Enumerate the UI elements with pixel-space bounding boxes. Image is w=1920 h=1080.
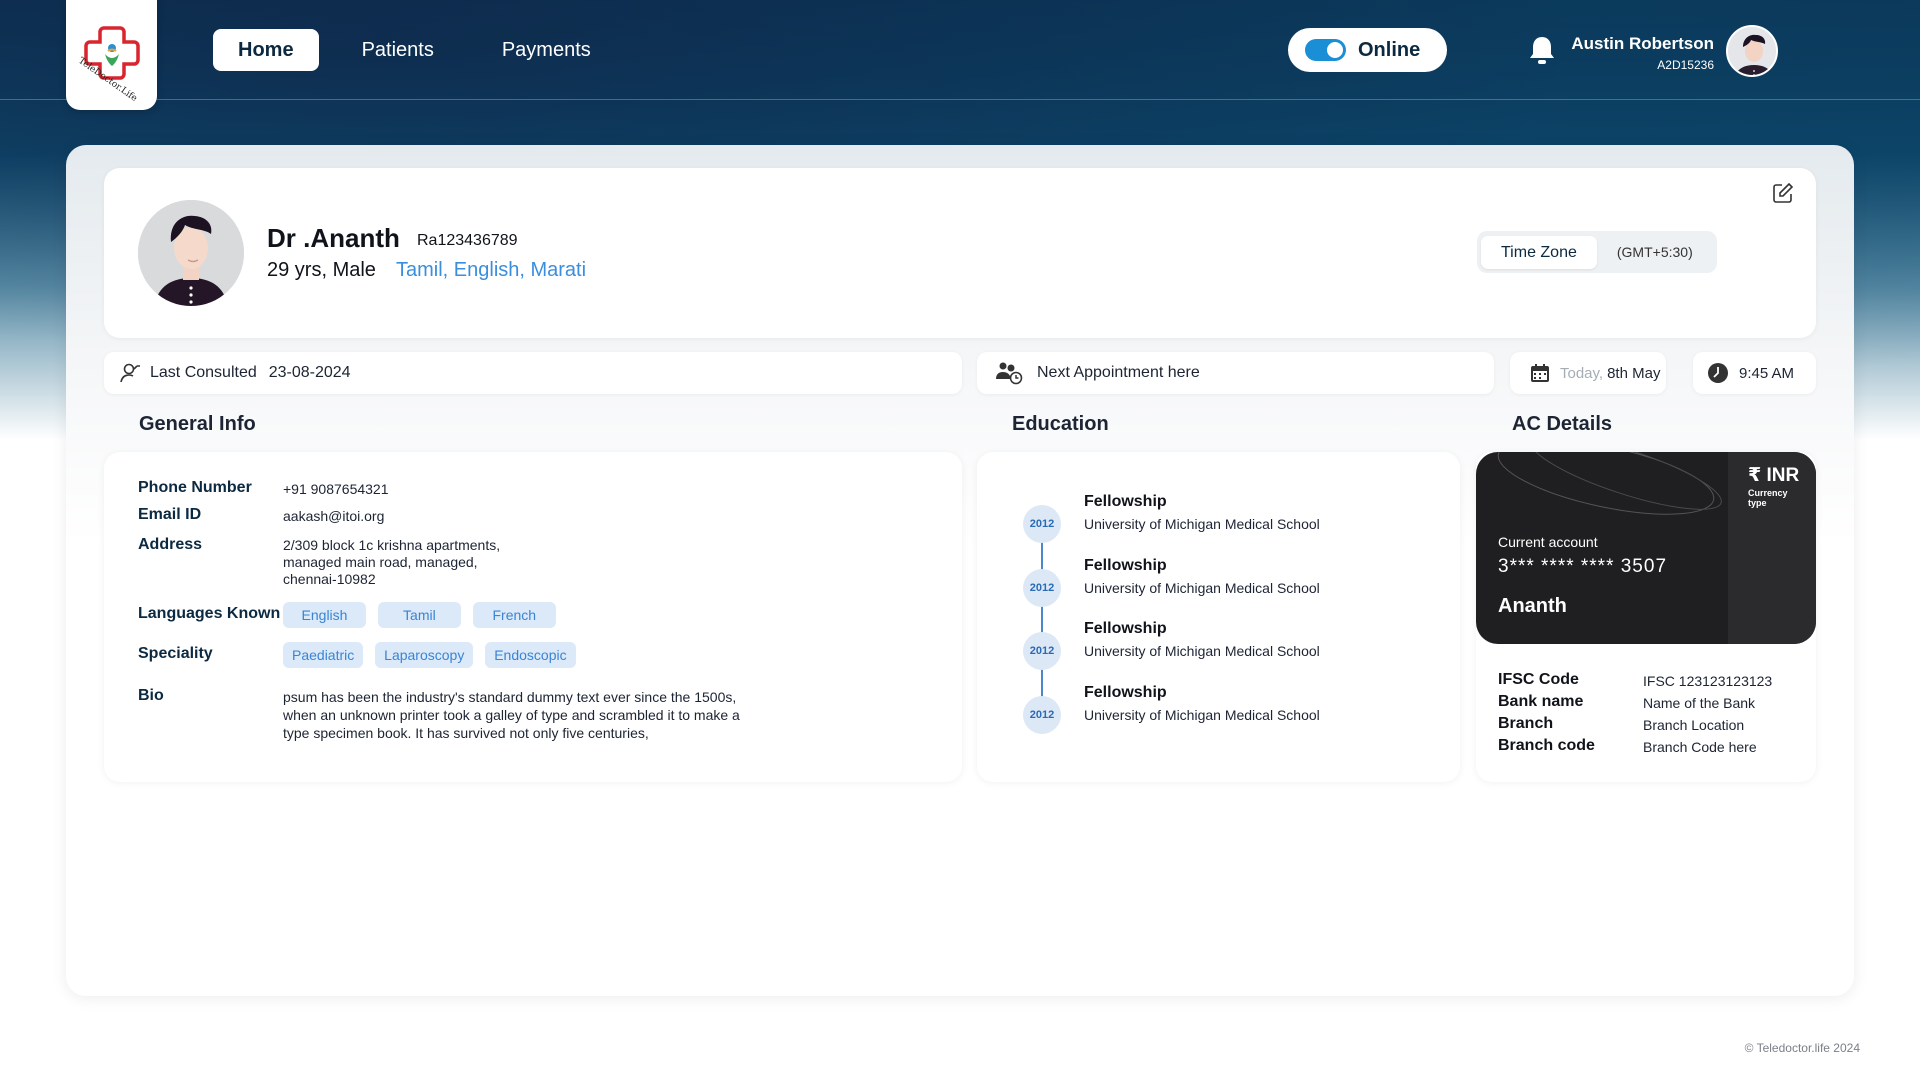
today-date: 8th May	[1607, 364, 1661, 382]
top-header: TeleDoctor.Life Home Patients Payments O…	[0, 0, 1920, 110]
doctor-id: Ra123436789	[417, 232, 518, 249]
current-time: 9:45 AM	[1739, 364, 1795, 382]
card-holder: Ananth	[1498, 595, 1567, 617]
education-title-text: Fellowship	[1084, 620, 1167, 637]
education-year: 2012	[1023, 632, 1061, 670]
timezone-value: (GMT+5:30)	[1616, 244, 1693, 260]
branch-label: Branch	[1498, 715, 1554, 732]
bank-name-label: Bank name	[1498, 693, 1584, 710]
education-title-text: Fellowship	[1084, 684, 1167, 701]
education-year: 2012	[1023, 696, 1061, 734]
education-title-text: Fellowship	[1084, 557, 1167, 574]
general-info-panel: Phone Number +91 9087654321 Email ID aak…	[104, 452, 962, 782]
email-value: aakash@itoi.org	[283, 508, 385, 524]
language-chip: French	[472, 602, 556, 628]
card-number: 3*** **** **** 3507	[1498, 556, 1668, 577]
education-school: University of Michigan Medical School	[1084, 516, 1320, 532]
consulted-user-icon	[120, 363, 142, 383]
education-year: 2012	[1023, 505, 1061, 543]
online-status-toggle[interactable]: Online	[1288, 28, 1447, 72]
currency-caption: Currency type	[1748, 488, 1788, 508]
speciality-chip: Laparoscopy	[375, 642, 474, 668]
general-info-title: General Info	[139, 413, 256, 435]
online-switch[interactable]	[1305, 39, 1346, 61]
address-line: managed main road, managed,	[283, 554, 478, 570]
bank-name-value: Name of the Bank	[1643, 695, 1756, 711]
education-year: 2012	[1023, 569, 1061, 607]
user-id: A2D15236	[1657, 58, 1714, 72]
bio-line: when an unknown printer took a galley of…	[283, 707, 740, 723]
today-label: Today,	[1560, 364, 1604, 382]
next-appointment-bar[interactable]: Next Appointment here	[977, 352, 1494, 394]
address-line: chennai-10982	[283, 571, 376, 587]
bio-label: Bio	[138, 687, 164, 704]
clock-icon	[1707, 362, 1729, 384]
user-info[interactable]: Austin Robertson A2D15236	[1571, 34, 1714, 72]
profile-card: Dr .Ananth Ra123436789 29 yrs, Male Tami…	[104, 168, 1816, 338]
education-title-text: Fellowship	[1084, 493, 1167, 510]
languages-chips: English Tamil French	[283, 602, 564, 628]
ifsc-label: IFSC Code	[1498, 671, 1579, 688]
education-school: University of Michigan Medical School	[1084, 707, 1320, 723]
speciality-label: Speciality	[138, 645, 213, 662]
phone-value: +91 9087654321	[283, 481, 389, 497]
speciality-chip: Endoscopic	[485, 642, 576, 668]
branch-code-value: Branch Code here	[1643, 739, 1757, 755]
doctor-name: Dr .Ananth	[267, 223, 400, 253]
main-nav: Home Patients Payments	[213, 29, 634, 71]
last-consulted-label: Last Consulted	[150, 364, 257, 381]
ac-details-title: AC Details	[1512, 413, 1613, 435]
education-school: University of Michigan Medical School	[1084, 580, 1320, 596]
footer-copyright: © Teledoctor.life 2024	[1744, 1041, 1860, 1055]
timeline-line	[1041, 524, 1043, 714]
branch-value: Branch Location	[1643, 717, 1745, 733]
appointment-users-icon	[995, 361, 1023, 385]
bio-line: psum has been the industry's standard du…	[283, 689, 737, 705]
bio-line: type specimen book. It has survived not …	[283, 725, 649, 741]
bell-icon[interactable]	[1527, 34, 1557, 71]
card-currency: ₹ INR	[1748, 465, 1800, 486]
online-label: Online	[1358, 38, 1421, 61]
address-line: 2/309 block 1c krishna apartments,	[283, 537, 501, 553]
last-consulted-bar: Last Consulted 23-08-2024	[104, 352, 962, 394]
ifsc-value: IFSC 123123123123	[1643, 673, 1773, 689]
calendar-icon	[1530, 363, 1550, 383]
speciality-chips: Paediatric Laparoscopy Endoscopic	[283, 642, 584, 668]
card-account-type: Current account	[1498, 534, 1598, 550]
last-consulted-date: 23-08-2024	[268, 364, 351, 381]
doctor-avatar	[138, 200, 244, 306]
email-label: Email ID	[138, 506, 202, 523]
education-panel: 2012 Fellowship University of Michigan M…	[977, 452, 1460, 782]
user-avatar[interactable]	[1726, 25, 1778, 77]
next-appointment-text: Next Appointment here	[1037, 364, 1200, 381]
time-display: 9:45 AM	[1693, 352, 1816, 394]
address-label: Address	[138, 536, 203, 553]
language-chip: Tamil	[377, 602, 461, 628]
phone-label: Phone Number	[138, 479, 252, 496]
edit-profile-icon[interactable]	[1772, 182, 1794, 209]
bio-text: psum has been the industry's standard du…	[283, 688, 740, 742]
currency-caption-line: Currency	[1748, 488, 1788, 498]
nav-patients[interactable]: Patients	[337, 29, 459, 71]
languages-label: Languages Known	[138, 605, 281, 622]
doctor-age-gender: 29 yrs, Male	[267, 259, 376, 281]
speciality-chip: Paediatric	[283, 642, 364, 668]
nav-payments[interactable]: Payments	[477, 29, 616, 71]
currency-caption-line: type	[1748, 498, 1767, 508]
timezone-selector[interactable]: Time Zone (GMT+5:30)	[1477, 231, 1717, 273]
education-school: University of Michigan Medical School	[1084, 643, 1320, 659]
language-chip: English	[283, 602, 366, 628]
nav-home[interactable]: Home	[213, 29, 319, 71]
branch-code-label: Branch code	[1498, 737, 1595, 754]
user-name: Austin Robertson	[1571, 34, 1714, 53]
timezone-label: Time Zone	[1481, 235, 1597, 269]
date-display: Today, 8th May	[1510, 352, 1666, 394]
education-title: Education	[1012, 413, 1109, 435]
address-value: 2/309 block 1c krishna apartments, manag…	[283, 537, 500, 588]
doctor-languages: Tamil, English, Marati	[396, 259, 587, 281]
bank-card: ₹ INR Currency type Current account 3***…	[1476, 452, 1816, 644]
app-logo[interactable]: TeleDoctor.Life	[66, 0, 157, 110]
